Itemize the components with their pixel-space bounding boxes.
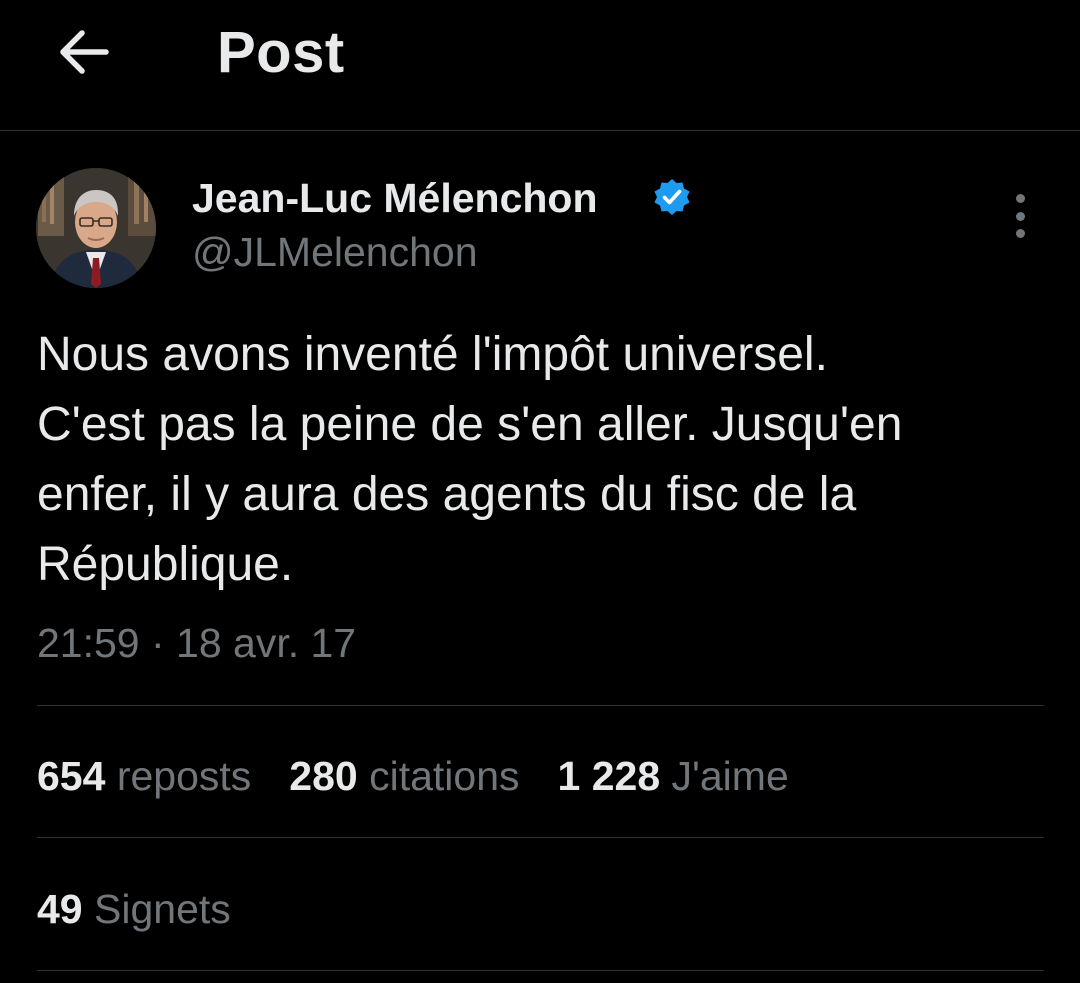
back-button[interactable] <box>52 20 116 84</box>
arrow-left-icon <box>60 30 109 74</box>
likes-stat[interactable]: 1 228 J'aime <box>558 750 789 802</box>
quotes-stat[interactable]: 280 citations <box>289 750 519 802</box>
reposts-count: 654 <box>37 753 106 799</box>
more-options-button[interactable] <box>1000 194 1040 238</box>
likes-label: J'aime <box>671 753 789 799</box>
reposts-stat[interactable]: 654 reposts <box>37 750 251 802</box>
likes-count: 1 228 <box>557 753 661 799</box>
bookmarks-count: 49 <box>37 886 83 932</box>
author-handle[interactable]: @JLMelenchon <box>192 228 478 276</box>
quotes-count: 280 <box>289 753 358 799</box>
divider <box>37 705 1044 706</box>
avatar[interactable] <box>36 168 156 288</box>
divider <box>37 970 1044 971</box>
profile-photo <box>36 168 156 288</box>
more-dots-icon <box>1015 194 1025 203</box>
bookmarks-stat[interactable]: 49 Signets <box>37 883 231 935</box>
top-bar: Post <box>0 0 1080 131</box>
quotes-label: citations <box>369 753 520 799</box>
reposts-label: reposts <box>116 753 252 799</box>
verified-badge-icon <box>654 179 690 215</box>
divider <box>37 837 1044 838</box>
engagement-stats: 654 reposts 280 citations 1 228 J'aime <box>37 750 827 802</box>
author-name[interactable]: Jean-Luc Mélenchon <box>192 174 598 222</box>
page-title: Post <box>217 20 345 85</box>
bookmarks-label: Signets <box>94 886 231 932</box>
post-text: Nous avons inventé l'impôt universel. C'… <box>37 328 903 591</box>
post-timestamp[interactable]: 21:59 · 18 avr. 17 <box>37 618 356 668</box>
